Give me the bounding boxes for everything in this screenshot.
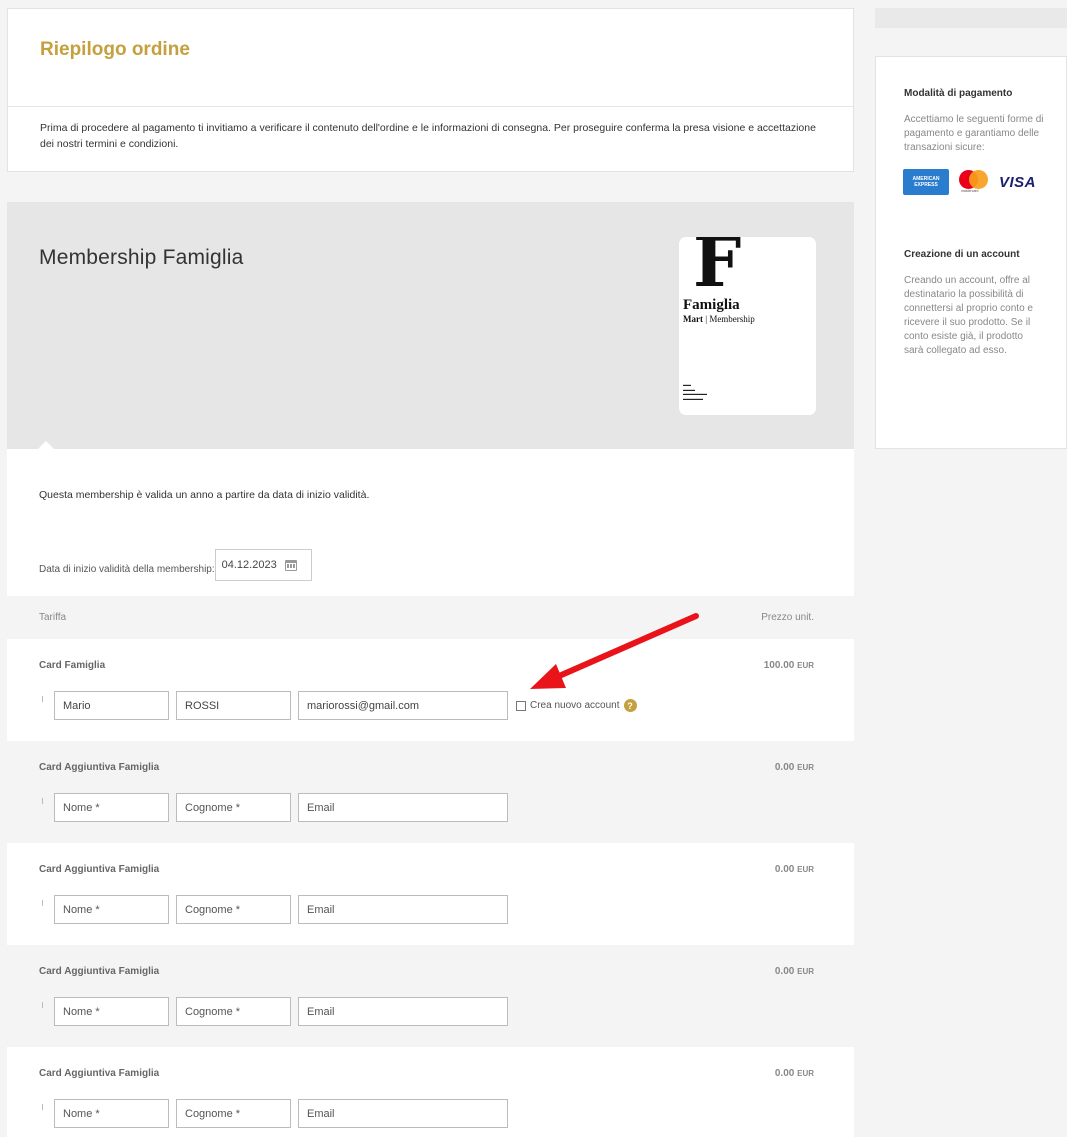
tariff-row-price: 100.00 EUR: [764, 660, 814, 671]
help-icon[interactable]: ?: [623, 699, 637, 712]
price-value: 0.00: [774, 864, 795, 875]
holder-fields: [54, 997, 508, 1026]
start-date-row: Data di inizio validità della membership…: [7, 549, 854, 596]
price-value: 0.00: [774, 762, 795, 773]
holder-fields: Crea nuovo account ?: [54, 691, 637, 720]
price-currency: EUR: [797, 661, 814, 670]
create-account-label: Crea nuovo account: [530, 700, 620, 711]
amex-line2: EXPRESS: [914, 182, 938, 188]
product-image-fineprint: ▬▬ ▬▬▬ ▬▬▬▬▬▬ ▬▬▬▬▬: [683, 382, 707, 401]
product-image-subtitle-text: Membership: [709, 314, 755, 324]
first-name-input[interactable]: [54, 1099, 169, 1128]
last-name-input[interactable]: [176, 793, 291, 822]
tariff-row-name: Card Aggiuntiva Famiglia: [39, 762, 160, 773]
row-marker: [42, 798, 43, 804]
page-title: Riepilogo ordine: [40, 39, 190, 60]
price-column-header: Prezzo unit.: [761, 612, 814, 623]
payment-methods-text: Accettiamo le seguenti forme di pagament…: [904, 114, 1044, 153]
tariff-row-price: 0.00 EUR: [775, 1068, 814, 1079]
tariff-table-header: Tariffa Prezzo unit.: [7, 596, 854, 639]
tariff-row-name: Card Famiglia: [39, 660, 106, 671]
sidebar-info-panel: Modalità di pagamento Accettiamo le segu…: [875, 56, 1067, 449]
product-image-subtitle: Mart | Membership: [683, 314, 755, 324]
tariff-row-name: Card Aggiuntiva Famiglia: [39, 1068, 160, 1079]
account-creation-title: Creazione di un account: [904, 249, 1020, 260]
email-input[interactable]: [298, 691, 508, 720]
amex-logo-icon: AMERICAN EXPRESS: [903, 169, 949, 195]
tariff-row-price: 0.00 EUR: [775, 762, 814, 773]
product-image-letter: F: [693, 237, 742, 303]
start-date-label: Data di inizio validità della membership…: [39, 564, 215, 575]
row-marker: [42, 696, 43, 702]
product-body: Questa membership è valida un anno a par…: [7, 449, 854, 1137]
row-marker: [42, 1002, 43, 1008]
tariff-row-price: 0.00 EUR: [775, 966, 814, 977]
holder-fields: [54, 793, 508, 822]
price-value: 0.00: [774, 966, 795, 977]
email-input[interactable]: [298, 793, 508, 822]
visa-logo-icon: VISA: [999, 173, 1037, 191]
holder-fields: [54, 895, 508, 924]
section-notch: [37, 441, 55, 450]
order-summary-card: Riepilogo ordine Prima di procedere al p…: [7, 8, 854, 172]
first-name-input[interactable]: [54, 997, 169, 1026]
holder-fields: [54, 1099, 508, 1128]
summary-intro: Prima di procedere al pagamento ti invit…: [8, 106, 853, 171]
product-header: Membership Famiglia F Famiglia Mart | Me…: [7, 202, 854, 450]
account-creation-text: Creando un account, offre al destinatari…: [904, 275, 1033, 356]
email-input[interactable]: [298, 1099, 508, 1128]
start-date-field[interactable]: 04.12.2023: [214, 549, 312, 581]
order-main-column: Riepilogo ordine Prima di procedere al p…: [7, 8, 854, 1137]
first-name-input[interactable]: [54, 691, 169, 720]
payment-methods-title: Modalità di pagamento: [904, 88, 1013, 99]
sidebar-top-strip: [875, 8, 1067, 28]
price-currency: EUR: [797, 1069, 814, 1078]
tariff-row: Card Famiglia 100.00 EUR Crea nuovo acco…: [7, 639, 854, 741]
product-title: Membership Famiglia: [39, 246, 244, 269]
tariff-row: Card Aggiuntiva Famiglia 0.00 EUR: [7, 1047, 854, 1137]
price-currency: EUR: [797, 763, 814, 772]
last-name-input[interactable]: [176, 997, 291, 1026]
calendar-icon[interactable]: [284, 559, 297, 571]
tariff-row-name: Card Aggiuntiva Famiglia: [39, 966, 160, 977]
tariff-row: Card Aggiuntiva Famiglia 0.00 EUR: [7, 843, 854, 945]
row-marker: [42, 1104, 43, 1110]
first-name-input[interactable]: [54, 793, 169, 822]
summary-header: Riepilogo ordine: [8, 9, 853, 106]
tariff-row: Card Aggiuntiva Famiglia 0.00 EUR: [7, 741, 854, 843]
create-account-option[interactable]: Crea nuovo account ?: [516, 699, 637, 712]
last-name-input[interactable]: [176, 1099, 291, 1128]
mastercard-text: mastercard: [961, 189, 979, 193]
product-image-name: Famiglia: [683, 297, 740, 313]
mastercard-logo-icon: mastercard: [957, 170, 991, 194]
product-image-brand: Mart: [683, 314, 703, 324]
tariff-row: Card Aggiuntiva Famiglia 0.00 EUR: [7, 945, 854, 1047]
create-account-checkbox[interactable]: [516, 700, 526, 711]
email-input[interactable]: [298, 997, 508, 1026]
payment-logos: AMERICAN EXPRESS mastercard VISA: [903, 169, 1044, 195]
tariff-column-header: Tariffa: [39, 612, 67, 623]
email-input[interactable]: [298, 895, 508, 924]
product-image: F Famiglia Mart | Membership ▬▬ ▬▬▬ ▬▬▬▬▬▬…: [679, 237, 816, 415]
price-currency: EUR: [797, 967, 814, 976]
start-date-value: 04.12.2023: [221, 559, 277, 571]
price-value: 0.00: [774, 1068, 795, 1079]
row-marker: [42, 900, 43, 906]
last-name-input[interactable]: [176, 691, 291, 720]
first-name-input[interactable]: [54, 895, 169, 924]
price-value: 100.00: [763, 660, 795, 671]
tariff-row-price: 0.00 EUR: [775, 864, 814, 875]
validity-text: Questa membership è valida un anno a par…: [39, 489, 370, 501]
last-name-input[interactable]: [176, 895, 291, 924]
red-arrow-annotation: [530, 613, 699, 689]
price-currency: EUR: [797, 865, 814, 874]
tariff-row-name: Card Aggiuntiva Famiglia: [39, 864, 160, 875]
